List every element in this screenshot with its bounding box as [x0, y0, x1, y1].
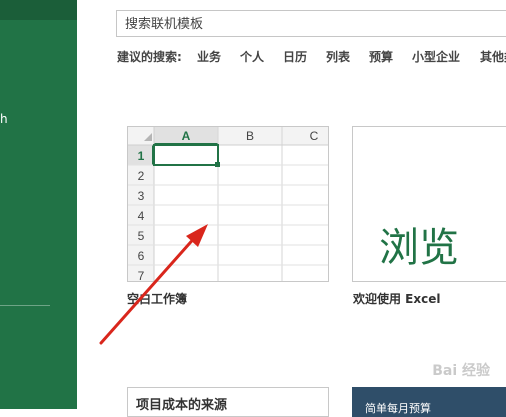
- row-header-5: 5: [138, 229, 145, 243]
- row-header-4: 4: [138, 209, 145, 223]
- welcome-tour-thumbnail[interactable]: 浏览: [352, 126, 506, 282]
- suggestion-budget[interactable]: 预算: [369, 48, 393, 65]
- template-search-box[interactable]: [116, 10, 506, 38]
- sidebar-divider: [0, 305, 50, 306]
- row-header-3: 3: [138, 189, 145, 203]
- suggestion-list[interactable]: 列表: [326, 48, 350, 65]
- sidebar-item-label[interactable]: h: [0, 112, 8, 126]
- backstage-sidebar: h: [0, 0, 77, 409]
- project-cost-template-thumbnail[interactable]: 项目成本的来源: [127, 387, 329, 417]
- blank-workbook-thumbnail[interactable]: A B C 1 2 3 4 5 6 7: [127, 126, 329, 282]
- blank-workbook-caption[interactable]: 空白工作簿: [127, 290, 187, 307]
- watermark: Bai 经验: [432, 363, 490, 379]
- suggested-searches: 建议的搜索: 业务 个人 日历 列表 预算 小型企业 其他类: [117, 48, 506, 65]
- column-header-b: B: [246, 129, 254, 143]
- sidebar-back-area[interactable]: [0, 0, 77, 20]
- suggestion-other[interactable]: 其他类: [480, 48, 506, 65]
- blank-workbook-grid: A B C 1 2 3 4 5 6 7: [128, 127, 328, 282]
- row-header-6: 6: [138, 249, 145, 263]
- row-header-2: 2: [138, 169, 145, 183]
- welcome-tour-caption[interactable]: 欢迎使用 Excel: [353, 290, 440, 307]
- suggested-searches-label: 建议的搜索:: [117, 50, 182, 64]
- tour-preview-text: 浏览: [379, 225, 459, 271]
- column-header-c: C: [310, 129, 319, 143]
- monthly-budget-template-thumbnail[interactable]: 简单每月预算: [352, 387, 506, 417]
- monthly-budget-title: 简单每月预算: [365, 402, 431, 415]
- row-header-1: 1: [138, 149, 145, 163]
- suggestion-small-business[interactable]: 小型企业: [412, 48, 460, 65]
- row-header-7: 7: [138, 269, 145, 282]
- suggestion-calendar[interactable]: 日历: [283, 48, 307, 65]
- suggestion-business[interactable]: 业务: [197, 48, 221, 65]
- column-header-a: A: [182, 129, 191, 143]
- suggestion-personal[interactable]: 个人: [240, 48, 264, 65]
- template-search-input[interactable]: [123, 11, 506, 38]
- project-cost-title: 项目成本的来源: [136, 398, 228, 413]
